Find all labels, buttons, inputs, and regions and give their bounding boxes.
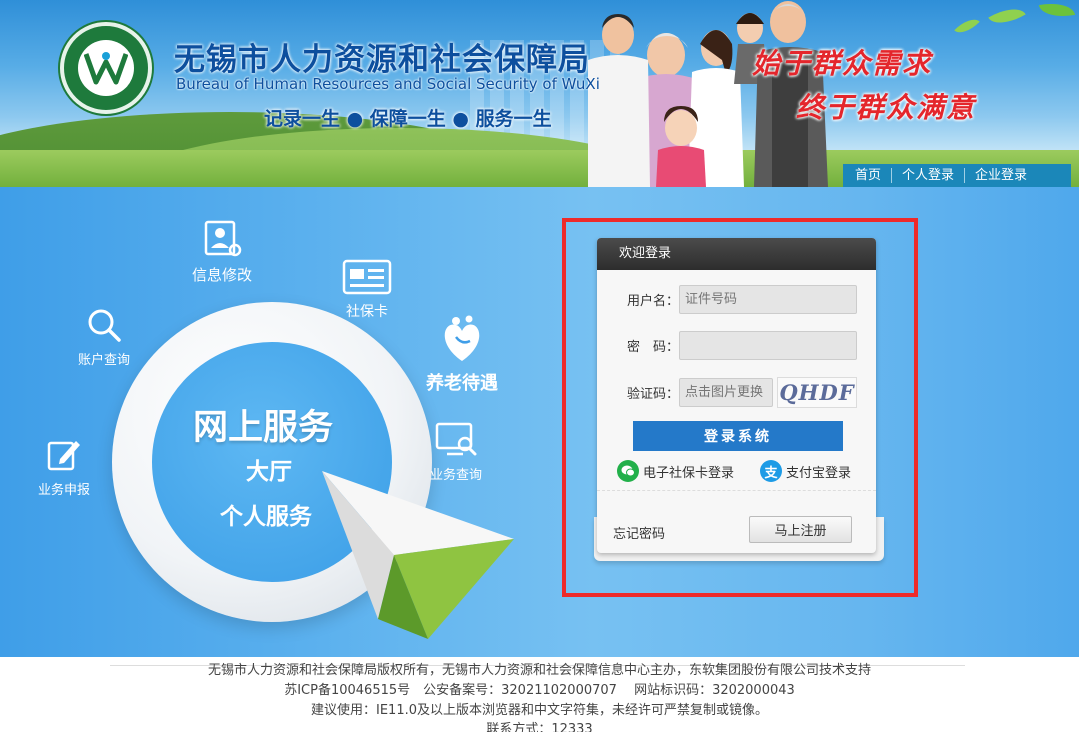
- main-banner: 网上服务 大厅 个人服务 信息修改 社保卡 账户查询 养老待遇 业务申报 业务查…: [0, 187, 1079, 657]
- username-label: 用户名：: [626, 294, 679, 309]
- site-footer: 无锡市人力资源和社会保障局版权所有，无锡市人力资源和社会保障信息中心主办，东软集…: [0, 657, 1079, 732]
- footer-browser-note: 建议使用：IE11.0及以上版本浏览器和中文字符集，未经许可严禁复制或镜像。: [311, 703, 768, 718]
- ecard-login-link[interactable]: 电子社保卡登录: [617, 460, 734, 482]
- service-label: 业务查询: [430, 468, 483, 483]
- footer-contact: 联系方式：12333: [486, 722, 593, 732]
- bureau-slogan: 记录一生 ● 保障一生 ● 服务一生: [264, 108, 552, 130]
- ecard-login-label: 电子社保卡登录: [643, 465, 735, 481]
- service-label: 账户查询: [78, 353, 131, 368]
- captcha-row: 验证码： QHDF: [597, 377, 857, 408]
- bureau-title-cn: 无锡市人力资源和社会保障局: [174, 42, 590, 78]
- bureau-title-en: Bureau of Human Resources and Social Sec…: [176, 75, 600, 93]
- service-label: 社保卡: [346, 304, 388, 320]
- leaf-decoration: [1038, 0, 1076, 21]
- top-navigation: 首页 个人登录 企业登录: [843, 164, 1071, 187]
- register-button[interactable]: 马上注册: [749, 516, 852, 543]
- password-input[interactable]: [679, 331, 857, 360]
- password-row: 密 码：: [597, 331, 857, 360]
- alipay-login-link[interactable]: 支 支付宝登录: [760, 460, 851, 482]
- captcha-input[interactable]: [679, 378, 773, 407]
- username-row: 用户名：: [597, 285, 857, 314]
- w-logo-icon: [84, 52, 128, 85]
- hall-title: 网上服务: [193, 408, 334, 448]
- logo-emblem: [78, 40, 134, 96]
- captcha-image[interactable]: QHDF: [777, 377, 857, 408]
- nav-personal-login[interactable]: 个人登录: [891, 168, 964, 183]
- service-business-query[interactable]: 业务查询: [430, 422, 482, 483]
- service-account-query[interactable]: 账户查询: [78, 307, 130, 368]
- footer-icp: 苏ICP备10046515号 公安备案号：32021102000707 网站标识…: [284, 683, 795, 698]
- captcha-label: 验证码：: [626, 387, 679, 402]
- nav-enterprise-login[interactable]: 企业登录: [964, 168, 1037, 183]
- login-panel: 欢迎登录 用户名： 密 码： 验证码： QHDF 登录系统 电子社保卡登录: [597, 238, 876, 553]
- wechat-icon: [617, 460, 639, 482]
- footer-copyright: 无锡市人力资源和社会保障局版权所有，无锡市人力资源和社会保障信息中心主办，东软集…: [207, 663, 871, 678]
- heart-people-icon: [444, 315, 480, 361]
- service-pension[interactable]: 养老待遇: [426, 315, 498, 395]
- forgot-password-link[interactable]: 忘记密码: [613, 523, 665, 542]
- id-card-icon: [342, 259, 392, 295]
- nav-home[interactable]: 首页: [843, 168, 891, 183]
- magnifier-icon: [88, 309, 121, 342]
- motto-line-2: 终于群众满意: [796, 91, 977, 124]
- username-input[interactable]: [679, 285, 857, 314]
- login-submit-button[interactable]: 登录系统: [633, 421, 843, 451]
- family-photo: [588, 1, 828, 187]
- leaf-decoration: [988, 0, 1026, 32]
- password-label: 密 码：: [626, 340, 679, 355]
- profile-edit-icon: [204, 220, 242, 257]
- site-header: 无锡市人力资源和社会保障局 Bureau of Human Resources …: [0, 0, 1079, 187]
- panel-divider: [597, 490, 876, 491]
- hall-personal-service: 个人服务: [220, 504, 312, 530]
- service-label: 业务申报: [38, 483, 91, 498]
- service-business-apply[interactable]: 业务申报: [38, 437, 90, 498]
- alipay-icon: 支: [760, 460, 782, 482]
- alipay-login-label: 支付宝登录: [786, 465, 852, 481]
- form-edit-icon: [47, 441, 80, 471]
- motto-line-1: 始于群众需求: [752, 47, 933, 80]
- paper-plane-icon: [322, 471, 514, 639]
- service-info-modify[interactable]: 信息修改: [192, 220, 252, 285]
- service-social-card[interactable]: 社保卡: [342, 259, 392, 321]
- monitor-search-icon: [435, 422, 477, 456]
- service-label: 信息修改: [192, 266, 253, 284]
- bureau-logo[interactable]: [60, 22, 152, 114]
- login-header: 欢迎登录: [597, 238, 876, 270]
- leaf-decoration: [954, 13, 980, 39]
- service-label: 养老待遇: [426, 373, 498, 394]
- hall-subtitle: 大厅: [246, 459, 292, 485]
